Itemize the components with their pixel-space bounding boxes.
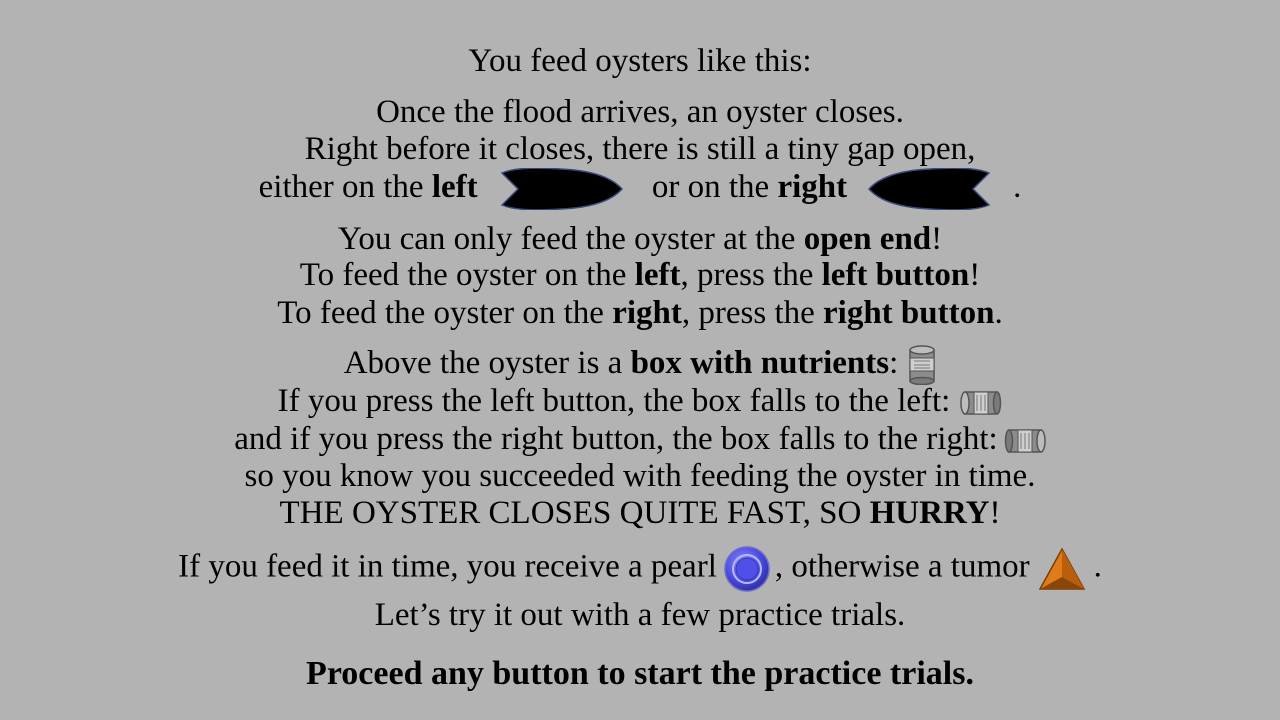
can-fallen-right-icon	[1004, 428, 1046, 454]
box-prefix: Above the oyster is a	[343, 345, 631, 381]
practice-line: Let’s try it out with a few practice tri…	[374, 597, 906, 633]
reward-middle: , otherwise a tumor	[774, 548, 1030, 585]
oyster-open-left-icon	[498, 168, 624, 211]
open-end-suffix: !	[931, 221, 943, 257]
box-suffix: :	[889, 345, 899, 381]
feed-left-suffix: !	[969, 257, 981, 293]
gap-line: Right before it closes, there is still a…	[304, 131, 976, 167]
tumor-triangle-icon	[1038, 547, 1086, 591]
reward-prefix: If you feed it in time, you receive a pe…	[178, 548, 717, 585]
box-left-text: If you press the left button, the box fa…	[277, 383, 951, 419]
box-emph: box with nutrients	[630, 345, 890, 381]
gap-side-right: right	[777, 169, 848, 205]
box-right-text: and if you press the right button, the b…	[234, 421, 998, 457]
can-fallen-left-icon	[960, 390, 1002, 416]
instructions-title: You feed oysters like this:	[468, 43, 812, 79]
reward-suffix: .	[1093, 548, 1102, 585]
feed-right-line: To feed the oyster on the right, press t…	[0, 294, 1280, 332]
feed-left-middle: , press the	[680, 257, 822, 293]
feed-left-emph1: left	[634, 257, 681, 293]
gap-side-line: either on the left or on the right .	[0, 168, 1280, 211]
gap-side-prefix: either on the	[258, 169, 432, 205]
open-end-line: You can only feed the oyster at the open…	[0, 220, 1280, 258]
feed-right-middle: , press the	[681, 295, 824, 331]
nutrient-can-icon	[908, 345, 936, 386]
reward-line: If you feed it in time, you receive a pe…	[0, 545, 1280, 593]
box-right-line: and if you press the right button, the b…	[0, 420, 1280, 458]
flood-line: Once the flood arrives, an oyster closes…	[376, 94, 904, 130]
feed-left-emph2: left button	[821, 257, 970, 293]
feed-right-emph1: right	[612, 295, 682, 331]
gap-side-left: left	[431, 169, 478, 205]
hurry-emph: HURRY	[869, 495, 990, 531]
box-line: Above the oyster is a box with nutrients…	[0, 344, 1280, 386]
feed-right-emph2: right button	[823, 295, 995, 331]
box-left-line: If you press the left button, the box fa…	[0, 382, 1280, 420]
oyster-open-right-icon	[867, 168, 993, 211]
feed-right-prefix: To feed the oyster on the	[277, 295, 613, 331]
open-end-prefix: You can only feed the oyster at the	[337, 221, 804, 257]
open-end-emph: open end	[803, 221, 932, 257]
proceed-line: Proceed any button to start the practice…	[306, 655, 974, 692]
hurry-suffix: !	[989, 495, 1001, 531]
feed-left-line: To feed the oyster on the left, press th…	[0, 256, 1280, 294]
success-line: so you know you succeeded with feeding t…	[244, 458, 1036, 494]
feed-right-suffix: .	[994, 295, 1003, 331]
gap-side-middle: or on the	[643, 169, 778, 205]
feed-left-prefix: To feed the oyster on the	[299, 257, 635, 293]
hurry-prefix: THE OYSTER CLOSES QUITE FAST, SO	[279, 495, 870, 531]
gap-side-suffix: .	[1013, 169, 1022, 205]
hurry-line: THE OYSTER CLOSES QUITE FAST, SO HURRY!	[0, 494, 1280, 532]
pearl-icon	[723, 545, 771, 593]
